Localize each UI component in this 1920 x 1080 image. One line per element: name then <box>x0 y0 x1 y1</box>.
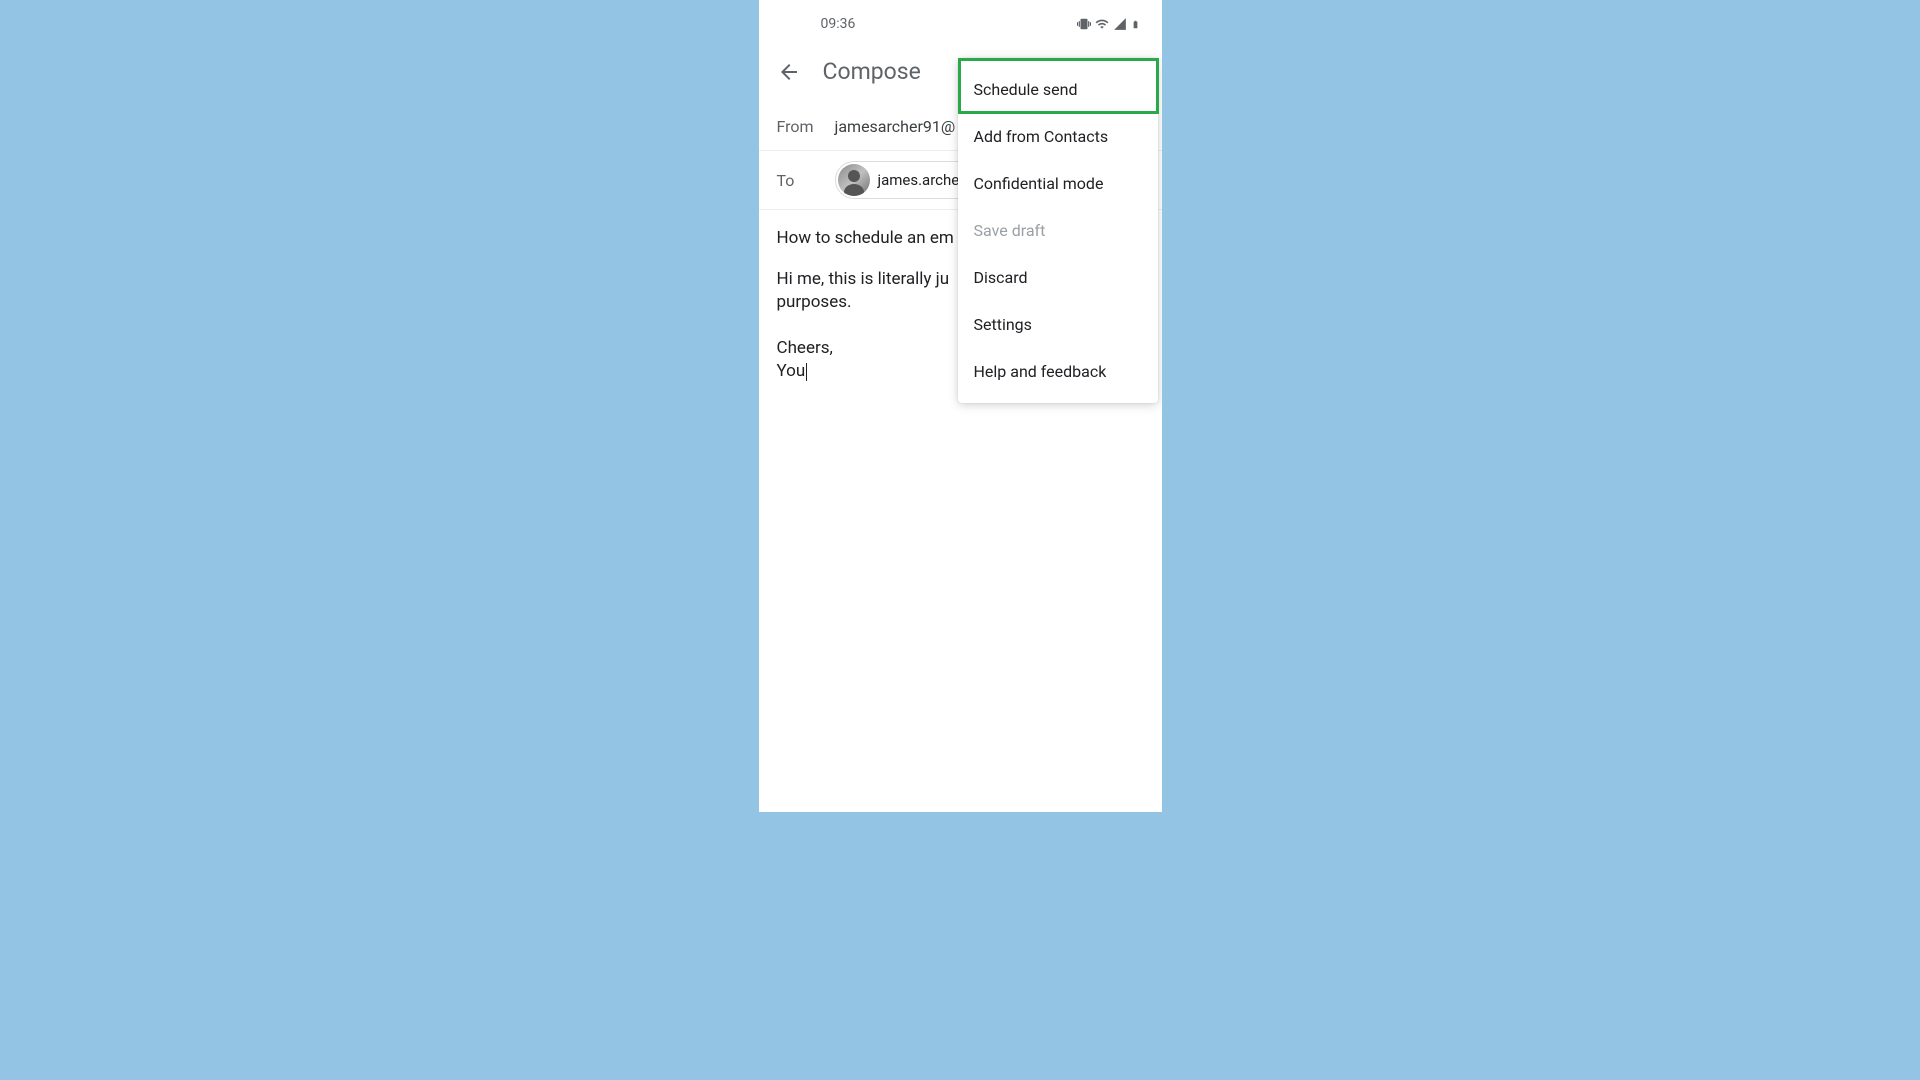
menu-confidential[interactable]: Confidential mode <box>958 160 1158 207</box>
arrow-left-icon <box>777 60 801 84</box>
vibrate-icon <box>1077 17 1091 31</box>
menu-add-contacts[interactable]: Add from Contacts <box>958 113 1158 160</box>
signal-icon <box>1113 17 1127 31</box>
menu-save-draft: Save draft <box>958 207 1158 254</box>
wifi-icon <box>1095 17 1109 31</box>
from-value: jamesarcher91@ <box>835 117 956 136</box>
status-time: 09:36 <box>821 16 856 32</box>
overflow-menu: Schedule send Add from Contacts Confiden… <box>958 58 1158 403</box>
page-title: Compose <box>823 58 921 85</box>
avatar <box>838 164 870 196</box>
subject-text: How to schedule an em <box>777 228 954 248</box>
phone-frame: 09:36 Compose From jamesarcher91@ To jam… <box>759 0 1162 812</box>
menu-schedule-send[interactable]: Schedule send <box>958 66 1158 113</box>
battery-icon <box>1131 17 1140 32</box>
status-icons <box>1077 17 1140 32</box>
menu-discard[interactable]: Discard <box>958 254 1158 301</box>
menu-settings[interactable]: Settings <box>958 301 1158 348</box>
status-bar: 09:36 <box>759 0 1162 40</box>
back-button[interactable] <box>777 60 801 84</box>
menu-help[interactable]: Help and feedback <box>958 348 1158 395</box>
from-label: From <box>777 117 817 136</box>
to-label: To <box>777 171 817 190</box>
